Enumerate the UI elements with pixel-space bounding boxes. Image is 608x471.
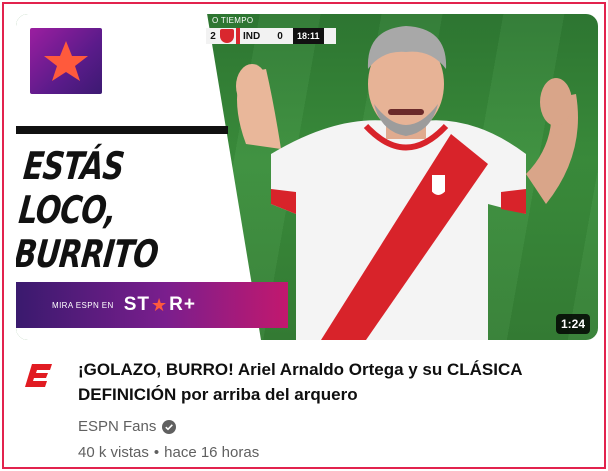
- view-count: 40 k vistas: [78, 444, 149, 461]
- home-score: 2: [210, 30, 216, 42]
- espn-logo-icon[interactable]: [24, 360, 54, 390]
- away-team: IND: [243, 30, 261, 42]
- channel-name: ESPN Fans: [78, 418, 157, 435]
- away-score: 0: [277, 30, 283, 42]
- match-period: O TIEMPO: [212, 16, 254, 25]
- home-color-bar: [236, 28, 240, 44]
- promo-text: MIRA ESPN EN: [52, 300, 114, 310]
- separator-dot: •: [153, 444, 160, 461]
- star-icon: ★: [150, 294, 169, 315]
- match-clock: 18:11: [293, 28, 324, 44]
- headline-bar: [16, 126, 228, 134]
- video-thumbnail[interactable]: O TIEMPO 2 IND 0 18:11 ESTÁS LOCO, BURRI…: [16, 14, 598, 340]
- thumbnail-headline: ESTÁS LOCO, BURRITO: [16, 144, 229, 276]
- video-title-line-2: DEFINICIÓN por arriba del arquero: [78, 385, 358, 404]
- promo-brand-right: R+: [169, 294, 196, 315]
- scorebug: O TIEMPO 2 IND 0 18:11: [206, 14, 336, 58]
- headline-line-1: ESTÁS LOCO,: [16, 144, 126, 232]
- video-title[interactable]: ¡GOLAZO, BURRO! Ariel Arnaldo Ortega y s…: [78, 357, 578, 407]
- verified-check-icon: [162, 419, 177, 434]
- home-crest-icon: [220, 29, 234, 43]
- score-row: 2 IND 0 18:11: [206, 28, 336, 44]
- video-title-line-1: ¡GOLAZO, BURRO! Ariel Arnaldo Ortega y s…: [78, 360, 523, 379]
- video-stats: 40 k vistas • hace 16 horas: [78, 444, 259, 461]
- upload-age: hace 16 horas: [164, 444, 260, 461]
- duration-badge: 1:24: [555, 314, 590, 334]
- promo-brand-left: ST: [123, 294, 150, 315]
- promo-brand: ST ★ R+: [124, 294, 196, 316]
- promo-banner: MIRA ESPN EN ST ★ R+: [16, 282, 288, 328]
- channel-link[interactable]: ESPN Fans: [78, 418, 177, 435]
- headline-line-2: BURRITO: [16, 232, 161, 276]
- star-plus-logo: [30, 28, 102, 94]
- star-icon: [44, 41, 88, 81]
- video-card[interactable]: O TIEMPO 2 IND 0 18:11 ESTÁS LOCO, BURRI…: [2, 2, 606, 469]
